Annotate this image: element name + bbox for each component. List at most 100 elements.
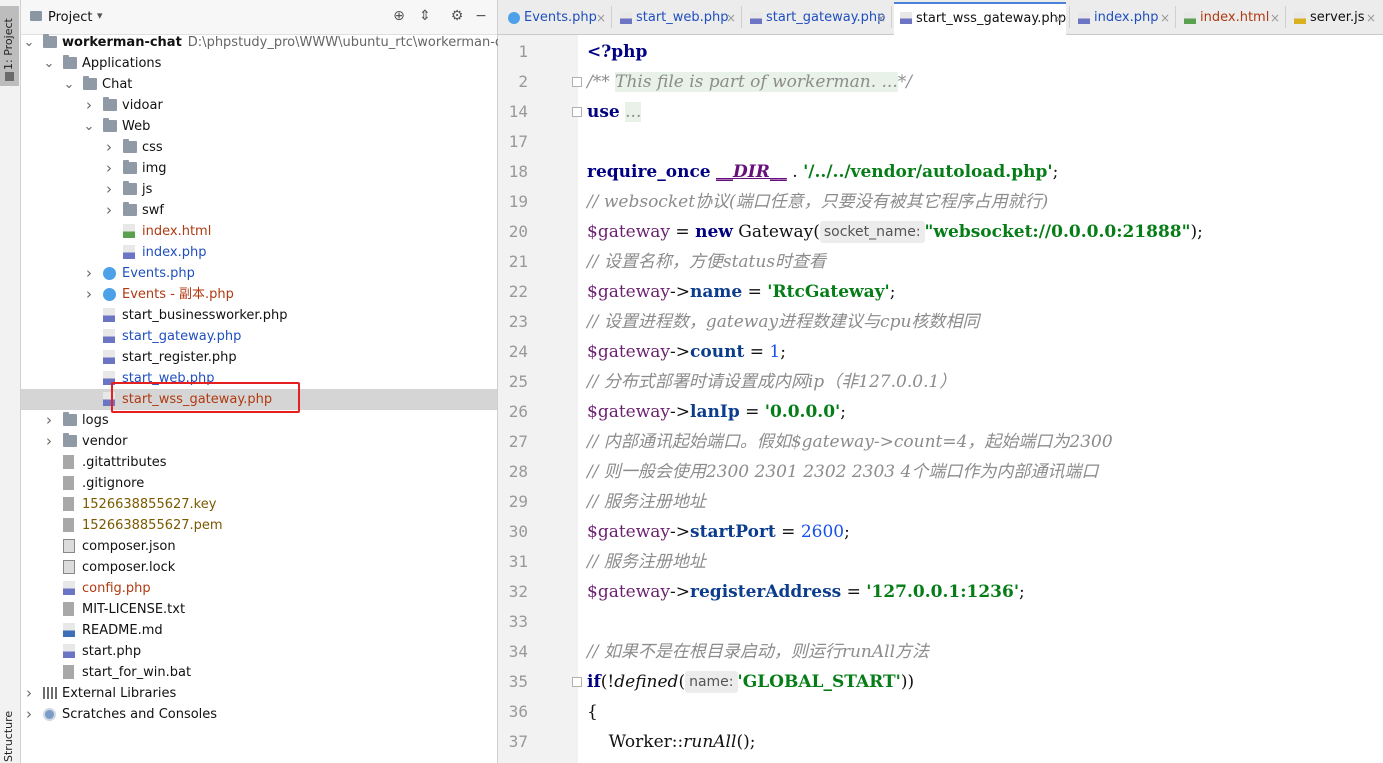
tree-item[interactable]: composer.json	[21, 536, 497, 557]
chevron-down-icon[interactable]: ⌄	[23, 32, 35, 53]
tree-item[interactable]: README.md	[21, 620, 497, 641]
code-token: $gateway	[587, 582, 671, 602]
code-line[interactable]: $gateway->name = 'RtcGateway';	[587, 277, 896, 307]
tree-item[interactable]: composer.lock	[21, 557, 497, 578]
hide-icon[interactable]: −	[473, 8, 489, 24]
chevron-right-icon[interactable]: ›	[83, 95, 95, 116]
tree-item[interactable]: › Scratches and Consoles	[21, 704, 497, 725]
close-icon[interactable]: ×	[596, 4, 606, 32]
tree-item[interactable]: › img	[21, 158, 497, 179]
chevron-right-icon[interactable]: ›	[103, 137, 115, 158]
editor-tab[interactable]: server.js ×	[1288, 4, 1378, 32]
gear-icon[interactable]: ⚙	[449, 8, 465, 24]
chevron-right-icon[interactable]: ›	[103, 179, 115, 200]
php-file-icon	[620, 12, 632, 24]
tree-item[interactable]: › vendor	[21, 431, 497, 452]
editor-tab[interactable]: index.html ×	[1178, 4, 1282, 32]
code-line[interactable]: <?php	[587, 37, 647, 67]
php-file-icon	[63, 644, 75, 658]
project-panel-title[interactable]: Project	[48, 10, 92, 25]
code-line[interactable]: // 内部通讯起始端口。假如$gateway->count=4，起始端口为230…	[587, 427, 1113, 457]
code-line[interactable]: // 则一般会使用2300 2301 2302 2303 4个端口作为内部通讯端…	[587, 457, 1098, 487]
code-line[interactable]: // 设置进程数，gateway进程数建议与cpu核数相同	[587, 307, 979, 337]
chevron-right-icon[interactable]: ›	[103, 158, 115, 179]
code-line[interactable]: // 分布式部署时请设置成内网ip（非127.0.0.1）	[587, 367, 956, 397]
tree-item[interactable]: › Events - 副本.php	[21, 284, 497, 305]
code-line[interactable]: Worker::runAll();	[587, 727, 756, 757]
chevron-right-icon[interactable]: ›	[43, 410, 55, 431]
editor-tab[interactable]: Events.php ×	[502, 4, 608, 32]
code-line[interactable]: // 如果不是在根目录启动，则运行runAll方法	[587, 637, 929, 667]
code-line[interactable]: if(!defined(name: 'GLOBAL_START'))	[587, 667, 914, 697]
code-line[interactable]: // 服务注册地址	[587, 547, 706, 577]
tree-item[interactable]: › logs	[21, 410, 497, 431]
chevron-down-icon[interactable]: ⌄	[83, 116, 95, 137]
tree-item[interactable]: › swf	[21, 200, 497, 221]
code-line[interactable]: // 服务注册地址	[587, 487, 706, 517]
code-token: =	[775, 522, 801, 542]
tree-item[interactable]: start_register.php	[21, 347, 497, 368]
tree-item[interactable]: index.html	[21, 221, 497, 242]
tree-item[interactable]: ⌄ Applications	[21, 53, 497, 74]
tree-item[interactable]: index.php	[21, 242, 497, 263]
chevron-right-icon[interactable]: ›	[83, 284, 95, 305]
editor-tab[interactable]: start_web.php ×	[614, 4, 738, 32]
code-line[interactable]: /** This file is part of workerman. ...*…	[587, 67, 912, 97]
locate-icon[interactable]: ⊕	[391, 8, 407, 24]
tree-item[interactable]: › Events.php	[21, 263, 497, 284]
close-icon[interactable]: ×	[1160, 4, 1170, 32]
code-line[interactable]: $gateway->registerAddress = '127.0.0.1:1…	[587, 577, 1025, 607]
tree-item[interactable]: › js	[21, 179, 497, 200]
tree-item[interactable]: 1526638855627.key	[21, 494, 497, 515]
chevron-right-icon[interactable]: ›	[83, 263, 95, 284]
project-tool-tab[interactable]: 1: Project	[0, 6, 19, 86]
chevron-right-icon[interactable]: ›	[103, 200, 115, 221]
fold-toggle-icon[interactable]	[572, 677, 582, 687]
tree-item[interactable]: ⌄ Web	[21, 116, 497, 137]
chevron-right-icon[interactable]: ›	[43, 431, 55, 452]
chevron-right-icon[interactable]: ›	[23, 704, 35, 725]
code-token: // 设置名称，方便status时查看	[587, 252, 827, 272]
selection-highlight-box	[111, 382, 300, 413]
close-icon[interactable]: ×	[726, 4, 736, 32]
editor-tab[interactable]: start_wss_gateway.php ×	[894, 2, 1066, 36]
code-line[interactable]: $gateway->count = 1;	[587, 337, 786, 367]
chevron-down-icon[interactable]: ⌄	[63, 74, 75, 95]
collapse-icon[interactable]: ⇕	[417, 8, 433, 24]
tree-item[interactable]: start_businessworker.php	[21, 305, 497, 326]
tree-item[interactable]: start_for_win.bat	[21, 662, 497, 683]
tree-item[interactable]: ⌄ Chat	[21, 74, 497, 95]
tree-item[interactable]: MIT-LICENSE.txt	[21, 599, 497, 620]
code-line[interactable]: // websocket协议(端口任意，只要没有被其它程序占用就行)	[587, 187, 1048, 217]
chevron-down-icon[interactable]: ▾	[97, 9, 103, 22]
close-icon[interactable]: ×	[1270, 4, 1280, 32]
editor-tab[interactable]: index.php ×	[1072, 4, 1172, 32]
close-icon[interactable]: ×	[1366, 4, 1376, 32]
chevron-down-icon[interactable]: ⌄	[43, 53, 55, 74]
close-icon[interactable]: ×	[1054, 4, 1064, 34]
code-line[interactable]: use ...	[587, 97, 642, 127]
structure-tool-tab[interactable]: Structure	[2, 711, 15, 762]
tree-item[interactable]: start.php	[21, 641, 497, 662]
chevron-right-icon[interactable]: ›	[23, 683, 35, 704]
tree-item[interactable]: .gitignore	[21, 473, 497, 494]
code-line[interactable]: $gateway->startPort = 2600;	[587, 517, 850, 547]
php-file-icon	[1078, 12, 1090, 24]
editor-tab[interactable]: start_gateway.php ×	[744, 4, 888, 32]
code-line[interactable]: $gateway = new Gateway(socket_name: "webs…	[587, 217, 1203, 247]
fold-toggle-icon[interactable]	[572, 107, 582, 117]
code-line[interactable]: {	[587, 697, 598, 727]
tree-item[interactable]: 1526638855627.pem	[21, 515, 497, 536]
tree-item[interactable]: ⌄ workerman-chat D:\phpstudy_pro\WWW\ubunt…	[21, 32, 523, 53]
fold-toggle-icon[interactable]	[572, 77, 582, 87]
tree-item[interactable]: config.php	[21, 578, 497, 599]
code-line[interactable]: // 设置名称，方便status时查看	[587, 247, 826, 277]
tree-item[interactable]: .gitattributes	[21, 452, 497, 473]
code-line[interactable]: require_once __DIR__ . '/../../vendor/au…	[587, 157, 1058, 187]
tree-item[interactable]: start_gateway.php	[21, 326, 497, 347]
code-line[interactable]: $gateway->lanIp = '0.0.0.0';	[587, 397, 846, 427]
tree-item[interactable]: › css	[21, 137, 497, 158]
close-icon[interactable]: ×	[876, 4, 886, 32]
tree-item[interactable]: › vidoar	[21, 95, 497, 116]
tree-item[interactable]: › External Libraries	[21, 683, 497, 704]
